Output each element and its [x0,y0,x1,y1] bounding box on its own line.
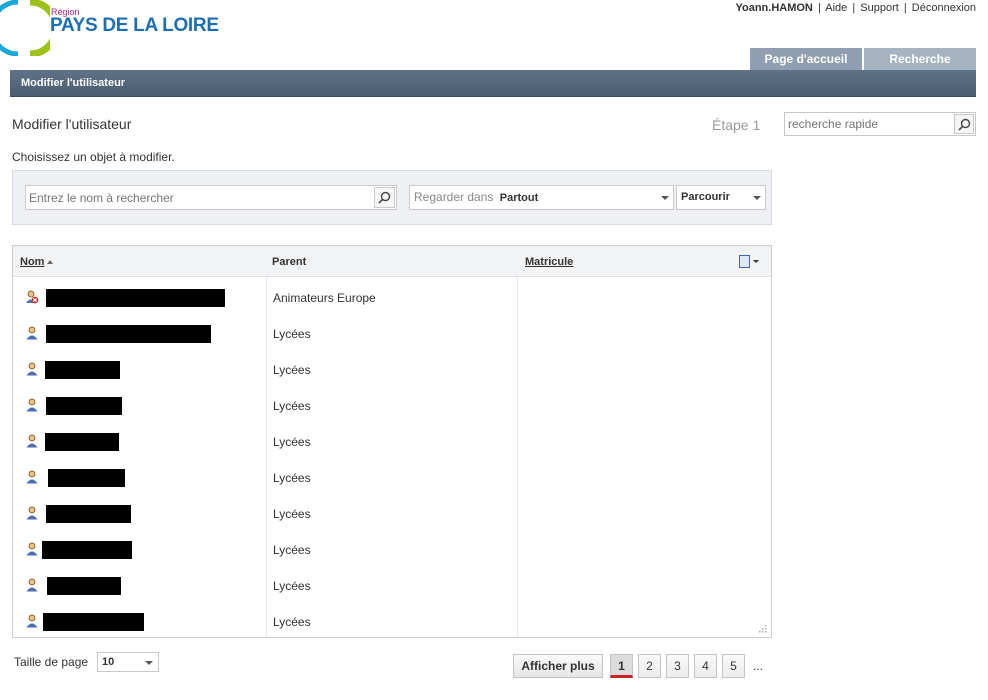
user-icon [26,506,38,520]
page-button-3[interactable]: 3 [666,654,689,678]
look-in-label: Regarder dans [414,190,494,204]
redacted-name [46,505,131,523]
brand-name: PAYS DE LA LOIRE [50,15,219,36]
user-icon [26,542,38,556]
table-row[interactable]: Lycées [13,387,771,423]
main-tabs: Page d'accueil Recherche [750,48,976,70]
redacted-name [43,613,144,631]
pagination: 1 2 3 4 5 ... [610,654,763,678]
logout-link[interactable]: Déconnexion [912,2,976,14]
table-row[interactable]: Animateurs Europe [13,279,771,315]
user-icon [26,326,38,340]
user-icon [26,470,38,484]
user-icon [26,362,38,376]
help-link[interactable]: Aide [825,2,847,14]
redacted-name [45,361,120,379]
row-parent: Lycées [273,327,311,341]
support-link[interactable]: Support [860,2,899,14]
page-size-value: 10 [102,656,115,668]
user-icon [26,614,38,628]
brand-logo[interactable]: Région PAYS DE LA LOIRE [0,0,220,56]
table-row[interactable]: Lycées [13,459,771,495]
redacted-name [46,325,211,343]
page-button-5[interactable]: 5 [722,654,745,678]
name-search-input[interactable] [26,186,371,209]
quick-search-input[interactable] [785,113,951,135]
row-parent: Lycées [273,579,311,593]
redacted-name [47,577,121,595]
name-search-button[interactable] [374,187,395,208]
table-row[interactable]: Lycées [13,495,771,531]
search-panel: Regarder dans Partout Parcourir [12,170,772,225]
search-icon [378,191,391,204]
column-header-matricule[interactable]: Matricule [525,256,573,268]
separator: | [852,2,856,14]
table-row[interactable]: Lycées [13,603,771,639]
column-header-name[interactable]: Nom [20,256,54,268]
browse-label: Parcourir [681,191,730,203]
quick-search [784,112,976,136]
page-button-2[interactable]: 2 [638,654,661,678]
top-links: Yoann.HAMON | Aide | Support | Déconnexi… [735,2,976,14]
row-parent: Lycées [273,471,311,485]
user-icon [26,398,38,412]
redacted-name [48,469,125,487]
page-button-1[interactable]: 1 [610,654,633,678]
tab-home[interactable]: Page d'accueil [750,48,862,70]
redacted-name [45,433,119,451]
tab-search[interactable]: Recherche [864,48,976,70]
name-search [25,185,397,210]
table-row[interactable]: Lycées [13,531,771,567]
column-header-parent: Parent [272,256,307,268]
user-icon [26,434,38,448]
table-row[interactable]: Lycées [13,567,771,603]
column-header-name-label: Nom [20,256,45,268]
look-in-select[interactable]: Regarder dans Partout [409,185,674,210]
redacted-name [46,289,225,307]
table-header: Nom Parent Matricule [13,246,771,277]
row-parent: Animateurs Europe [273,291,376,305]
table-row[interactable]: Lycées [13,315,771,351]
row-parent: Lycées [273,399,311,413]
page-titlebar: Modifier l'utilisateur [10,70,976,97]
resize-handle-icon[interactable] [758,624,767,633]
chevron-down-icon [661,196,669,200]
chevron-down-icon [753,260,759,263]
redacted-name [46,397,122,415]
page-button-4[interactable]: 4 [694,654,717,678]
row-parent: Lycées [273,507,311,521]
pagination-ellipsis: ... [753,659,764,673]
sort-ascending-icon [47,260,54,264]
browse-select[interactable]: Parcourir [676,185,766,210]
search-icon [957,118,970,131]
user-disabled-icon [26,290,39,304]
table-row[interactable]: Lycées [13,423,771,459]
column-chooser[interactable] [739,255,759,268]
row-parent: Lycées [273,543,311,557]
row-parent: Lycées [273,363,311,377]
table-row[interactable]: Lycées [13,351,771,387]
results-table: Nom Parent Matricule Animateurs Europe L… [12,245,772,638]
separator: | [903,2,907,14]
page-size-label: Taille de page [14,655,89,669]
chevron-down-icon [145,661,153,665]
show-more-button[interactable]: Afficher plus [513,654,603,678]
quick-search-button[interactable] [954,114,974,134]
row-parent: Lycées [273,435,311,449]
separator: | [817,2,821,14]
columns-icon [739,255,750,268]
row-parent: Lycées [273,615,311,629]
step-indicator: Étape 1 [712,117,761,133]
chevron-down-icon [753,196,761,200]
user-icon [26,578,38,592]
username: Yoann.HAMON [735,2,813,14]
redacted-name [42,541,132,559]
instruction-text: Choisissez un objet à modifier. [12,150,175,164]
page-size-select[interactable]: 10 [97,652,159,672]
look-in-value: Partout [499,192,539,204]
region-logo-icon [0,0,50,56]
page-title: Modifier l'utilisateur [12,116,132,132]
